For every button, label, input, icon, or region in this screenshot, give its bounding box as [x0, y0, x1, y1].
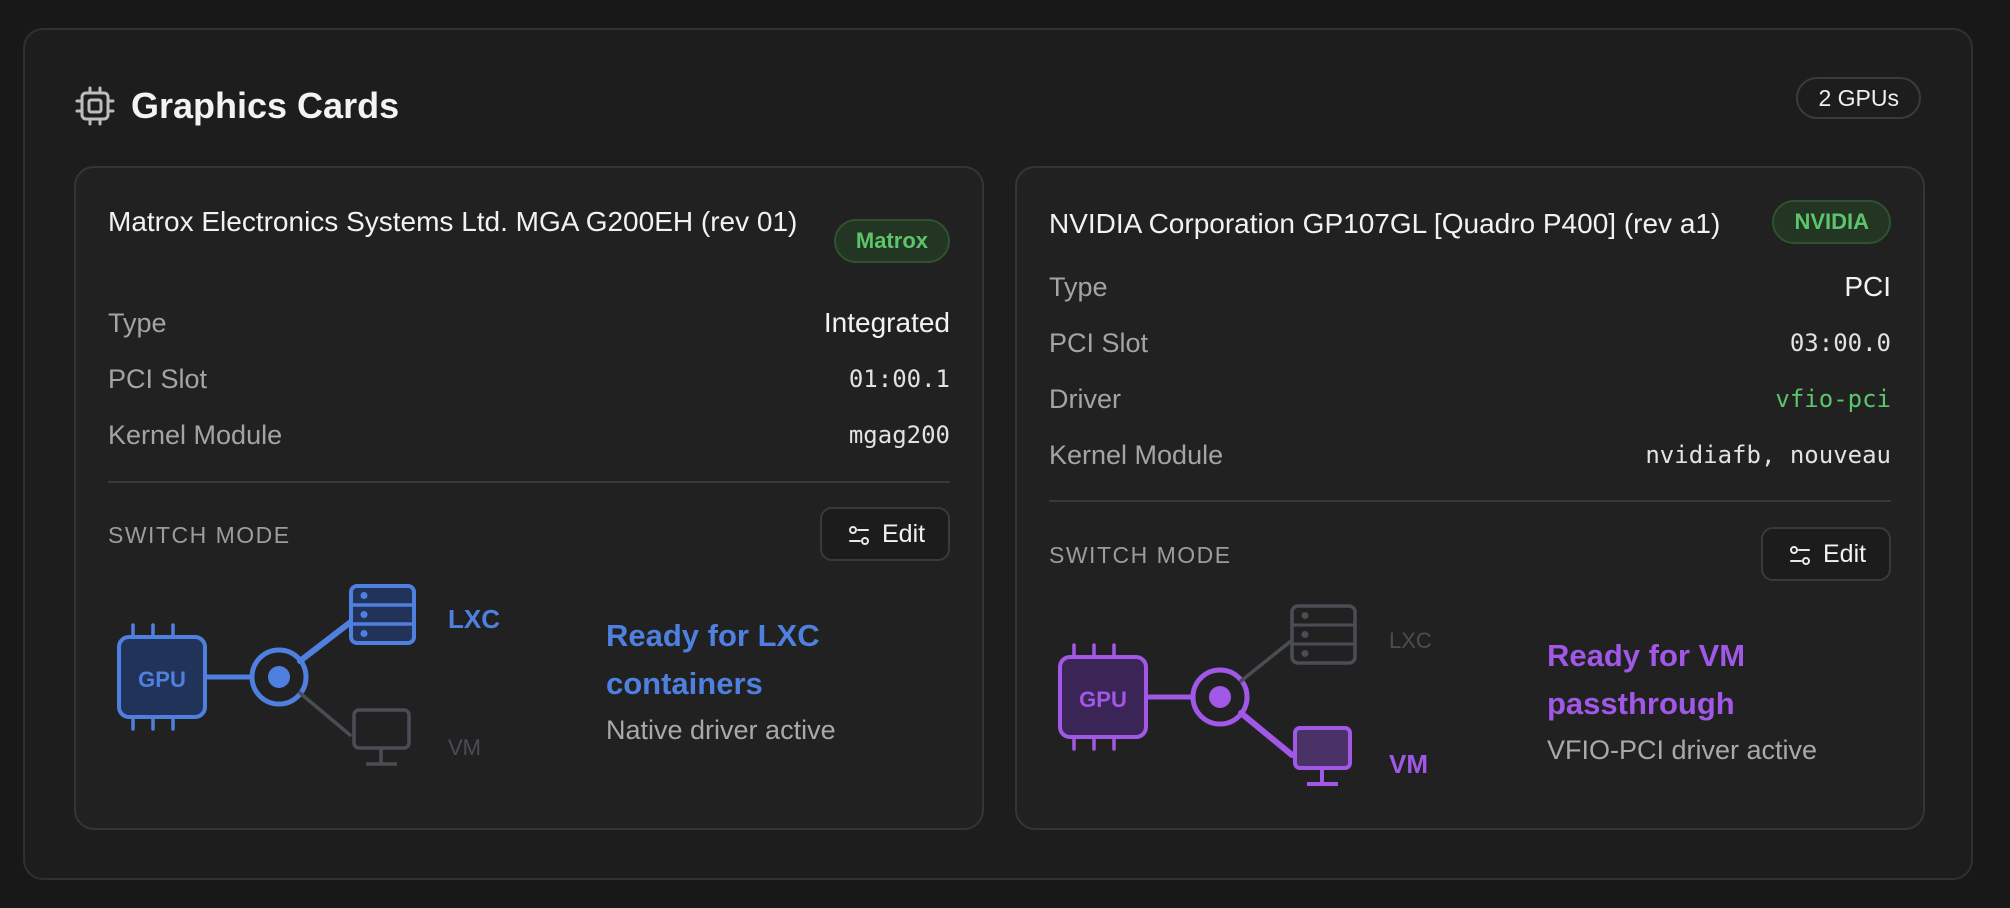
- gpu-chip-icon: GPU: [1058, 643, 1148, 751]
- chip-icon: [75, 86, 115, 126]
- gpu-chip-label: GPU: [138, 667, 186, 692]
- status-subtitle: VFIO-PCI driver active: [1547, 735, 1818, 765]
- sliders-icon: [1790, 546, 1810, 565]
- edit-button[interactable]: Edit: [820, 507, 950, 561]
- panel-title: Graphics Cards: [131, 85, 400, 126]
- gpu-card-nvidia: NVIDIA Corporation GP107GL [Quadro P400]…: [1015, 166, 1925, 830]
- row-value: vfio-pci: [1775, 385, 1891, 413]
- row-value: mgag200: [848, 421, 950, 449]
- status-title: Ready for LXC containers: [606, 618, 820, 701]
- lxc-label: LXC: [1389, 628, 1432, 653]
- info-row-pci-slot: PCI Slot 01:00.1: [108, 359, 950, 399]
- panel-header: Graphics Cards 2 GPUs: [75, 77, 1921, 141]
- info-row-type: Type PCI: [1049, 267, 1891, 307]
- row-label: Driver: [1049, 384, 1121, 414]
- row-value: 01:00.1: [848, 365, 950, 393]
- info-row-kernel-module: Kernel Module mgag200: [108, 415, 950, 455]
- edit-button[interactable]: Edit: [1761, 527, 1891, 581]
- info-row-pci-slot: PCI Slot 03:00.0: [1049, 323, 1891, 363]
- gpu-count-badge: 2 GPUs: [1796, 77, 1921, 119]
- divider: [108, 481, 950, 483]
- sliders-icon: [849, 526, 869, 545]
- switch-mode-label: SWITCH MODE: [1049, 542, 1232, 568]
- row-label: Type: [108, 308, 167, 338]
- switch-node-icon: [249, 647, 309, 707]
- row-value: 03:00.0: [1789, 329, 1891, 357]
- status-subtitle: Native driver active: [606, 715, 836, 745]
- mode-diagram-vm: GPU LXC VM: [1058, 604, 1432, 786]
- status-title: Ready for VM passthrough: [1547, 638, 1746, 721]
- lxc-server-icon: [1290, 604, 1357, 665]
- vendor-badge: Matrox: [833, 219, 950, 263]
- switch-node-icon: [1190, 667, 1250, 727]
- vendor-badge: NVIDIA: [1772, 200, 1891, 244]
- mode-diagram-lxc: GPU LXC VM: [117, 584, 500, 766]
- lxc-label: LXC: [448, 604, 500, 634]
- divider: [1049, 500, 1891, 502]
- row-label: Kernel Module: [1049, 440, 1224, 470]
- row-value: PCI: [1844, 271, 1891, 302]
- row-label: PCI Slot: [1049, 328, 1149, 358]
- lxc-server-icon: [349, 584, 416, 645]
- vm-label: VM: [1389, 749, 1428, 779]
- switch-mode-label: SWITCH MODE: [108, 522, 291, 548]
- row-value: Integrated: [823, 307, 950, 338]
- gpu-name: NVIDIA Corporation GP107GL [Quadro P400]…: [1049, 208, 1721, 239]
- info-row-kernel-module: Kernel Module nvidiafb, nouveau: [1049, 435, 1891, 475]
- graphics-cards-panel: Graphics Cards 2 GPUs Matrox Electronics…: [23, 28, 1973, 880]
- row-value: nvidiafb, nouveau: [1645, 441, 1891, 469]
- gpu-card-matrox: Matrox Electronics Systems Ltd. MGA G200…: [74, 166, 984, 830]
- gpu-chip-icon: GPU: [117, 623, 207, 731]
- edit-label: Edit: [1823, 540, 1867, 568]
- vm-monitor-icon: [1293, 726, 1352, 786]
- gpu-name: Matrox Electronics Systems Ltd. MGA G200…: [108, 206, 798, 237]
- edit-label: Edit: [882, 520, 926, 548]
- row-label: Kernel Module: [108, 420, 283, 450]
- info-row-driver: Driver vfio-pci: [1049, 379, 1891, 419]
- vm-label: VM: [448, 735, 481, 760]
- gpu-chip-label: GPU: [1079, 687, 1127, 712]
- vm-monitor-icon: [352, 708, 411, 766]
- info-row-type: Type Integrated: [108, 303, 950, 343]
- row-label: Type: [1049, 272, 1108, 302]
- row-label: PCI Slot: [108, 364, 208, 394]
